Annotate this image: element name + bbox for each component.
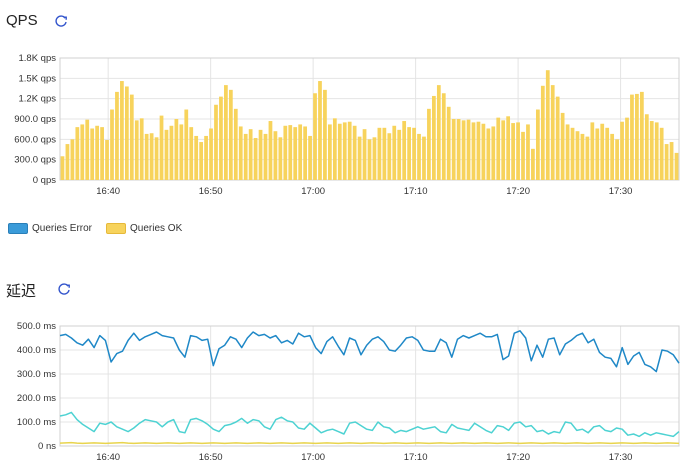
latency-chart-y-tick-label: 300.0 ms [17, 369, 56, 380]
latency-chart-y-tick-label: 200.0 ms [17, 393, 56, 404]
latency-chart-y-tick-label: 400.0 ms [17, 345, 56, 356]
latency-chart-x-tick-label: 17:20 [506, 452, 530, 463]
latency-chart-series-line-0 [59, 330, 680, 373]
latency-chart-x-tick-label: 16:40 [96, 452, 120, 463]
latency-chart: 0 ns 100.0 ms 200.0 ms 300.0 ms 400.0 ms 500.… [17, 321, 680, 463]
latency-chart-x-tick-label: 17:10 [404, 452, 428, 463]
latency-chart-y-tick-label: 100.0 ms [17, 417, 56, 428]
latency-chart-plot-border [59, 325, 680, 447]
latency-chart-x-tick-label: 17:30 [609, 452, 633, 463]
latency-chart-x-tick-label: 17:00 [301, 452, 325, 463]
latency-chart-series-line-1 [59, 411, 680, 438]
latency-chart-x-tick-label: 16:50 [199, 452, 223, 463]
latency-chart-y-tick-label: 0 ns [38, 441, 56, 452]
latency-chart-series-line-2 [59, 441, 680, 445]
latency-chart-y-tick-label: 500.0 ms [17, 321, 56, 332]
